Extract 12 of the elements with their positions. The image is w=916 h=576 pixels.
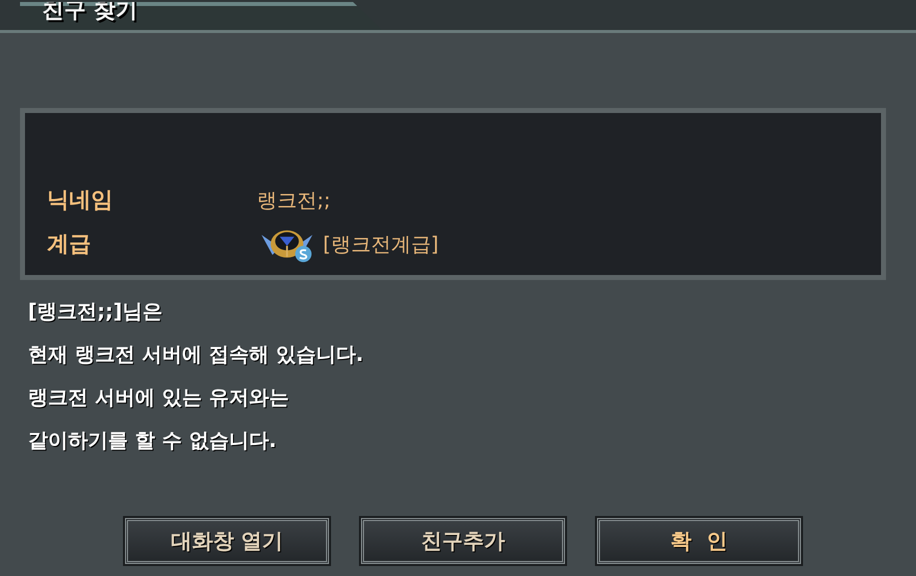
info-label: 계급 <box>47 231 92 259</box>
info-label: 닉네임 <box>47 187 114 215</box>
message-text: 같이하기를 할 수 없습니다. <box>28 427 278 454</box>
info-value: [랭크전계급] <box>323 230 439 258</box>
info-value: 랭크전;; <box>257 186 330 214</box>
dialog-button[interactable]: 친구추가 <box>361 518 565 564</box>
window-title: 친구 찾기 <box>42 0 138 22</box>
message-text: 랭크전 서버에 있는 유저와는 <box>28 384 290 411</box>
dialog-button[interactable]: 확 인 <box>597 518 801 564</box>
message-text: [랭크전;;]님은 <box>28 298 164 325</box>
dialog-button[interactable]: 대화창 열기 <box>125 518 329 564</box>
message-text: 현재 랭크전 서버에 접속해 있습니다. <box>28 341 364 368</box>
